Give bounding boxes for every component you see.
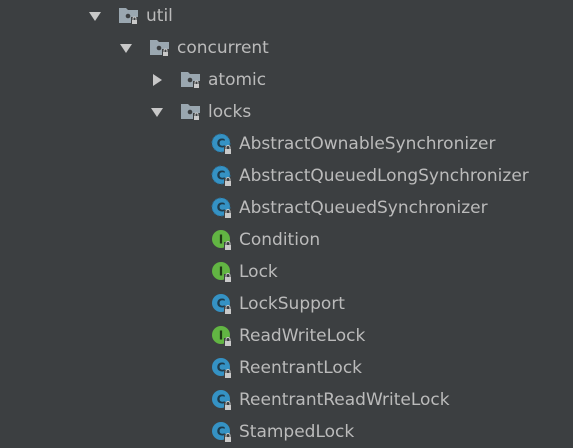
tree-leaf-class[interactable]: C ReentrantReadWriteLock: [0, 384, 573, 416]
tree-node-label: util: [146, 6, 173, 26]
class-icon: C: [211, 357, 233, 379]
class-label: AbstractQueuedSynchronizer: [239, 198, 488, 218]
tree-node-concurrent[interactable]: concurrent: [0, 32, 573, 64]
abstract-class-icon: C: [211, 165, 233, 187]
svg-text:I: I: [219, 265, 223, 279]
package-icon: [149, 37, 171, 57]
svg-text:I: I: [219, 233, 223, 247]
tree-node-label: concurrent: [177, 38, 269, 58]
interface-icon: I: [211, 229, 233, 251]
tree-node-label: atomic: [208, 70, 267, 90]
interface-label: ReadWriteLock: [239, 326, 366, 346]
collapse-arrow-icon[interactable]: [150, 73, 164, 87]
tree-leaf-interface[interactable]: I Condition: [0, 224, 573, 256]
tree-leaf-class[interactable]: C AbstractOwnableSynchronizer: [0, 128, 573, 160]
class-icon: C: [211, 421, 233, 443]
package-icon: [180, 101, 202, 121]
tree-leaf-interface[interactable]: I Lock: [0, 256, 573, 288]
tree-node-label: locks: [208, 102, 252, 122]
tree-leaf-class[interactable]: C AbstractQueuedLongSynchronizer: [0, 160, 573, 192]
tree-leaf-class[interactable]: C StampedLock: [0, 416, 573, 448]
tree-leaf-class[interactable]: C LockSupport: [0, 288, 573, 320]
tree-leaf-class[interactable]: C AbstractQueuedSynchronizer: [0, 192, 573, 224]
class-label: LockSupport: [239, 294, 345, 314]
class-label: ReentrantReadWriteLock: [239, 390, 450, 410]
expand-arrow-icon[interactable]: [88, 9, 102, 23]
expand-arrow-icon[interactable]: [150, 105, 164, 119]
class-label: AbstractOwnableSynchronizer: [239, 134, 496, 154]
package-icon: [180, 69, 202, 89]
class-icon: C: [211, 293, 233, 315]
class-label: ReentrantLock: [239, 358, 363, 378]
tree-node-util[interactable]: util: [0, 0, 573, 32]
package-icon: [118, 5, 140, 25]
abstract-class-icon: C: [211, 197, 233, 219]
class-label: AbstractQueuedLongSynchronizer: [239, 166, 529, 186]
interface-label: Lock: [239, 262, 278, 282]
interface-icon: I: [211, 325, 233, 347]
interface-icon: I: [211, 261, 233, 283]
tree-leaf-class[interactable]: C ReentrantLock: [0, 352, 573, 384]
tree-leaf-interface[interactable]: I ReadWriteLock: [0, 320, 573, 352]
class-label: StampedLock: [239, 422, 355, 442]
project-tree: util concurrent atomic locks C AbstractO…: [0, 0, 573, 448]
abstract-class-icon: C: [211, 133, 233, 155]
expand-arrow-icon[interactable]: [119, 41, 133, 55]
class-icon: C: [211, 389, 233, 411]
tree-node-locks[interactable]: locks: [0, 96, 573, 128]
svg-text:I: I: [219, 329, 223, 343]
tree-node-atomic[interactable]: atomic: [0, 64, 573, 96]
interface-label: Condition: [239, 230, 321, 250]
